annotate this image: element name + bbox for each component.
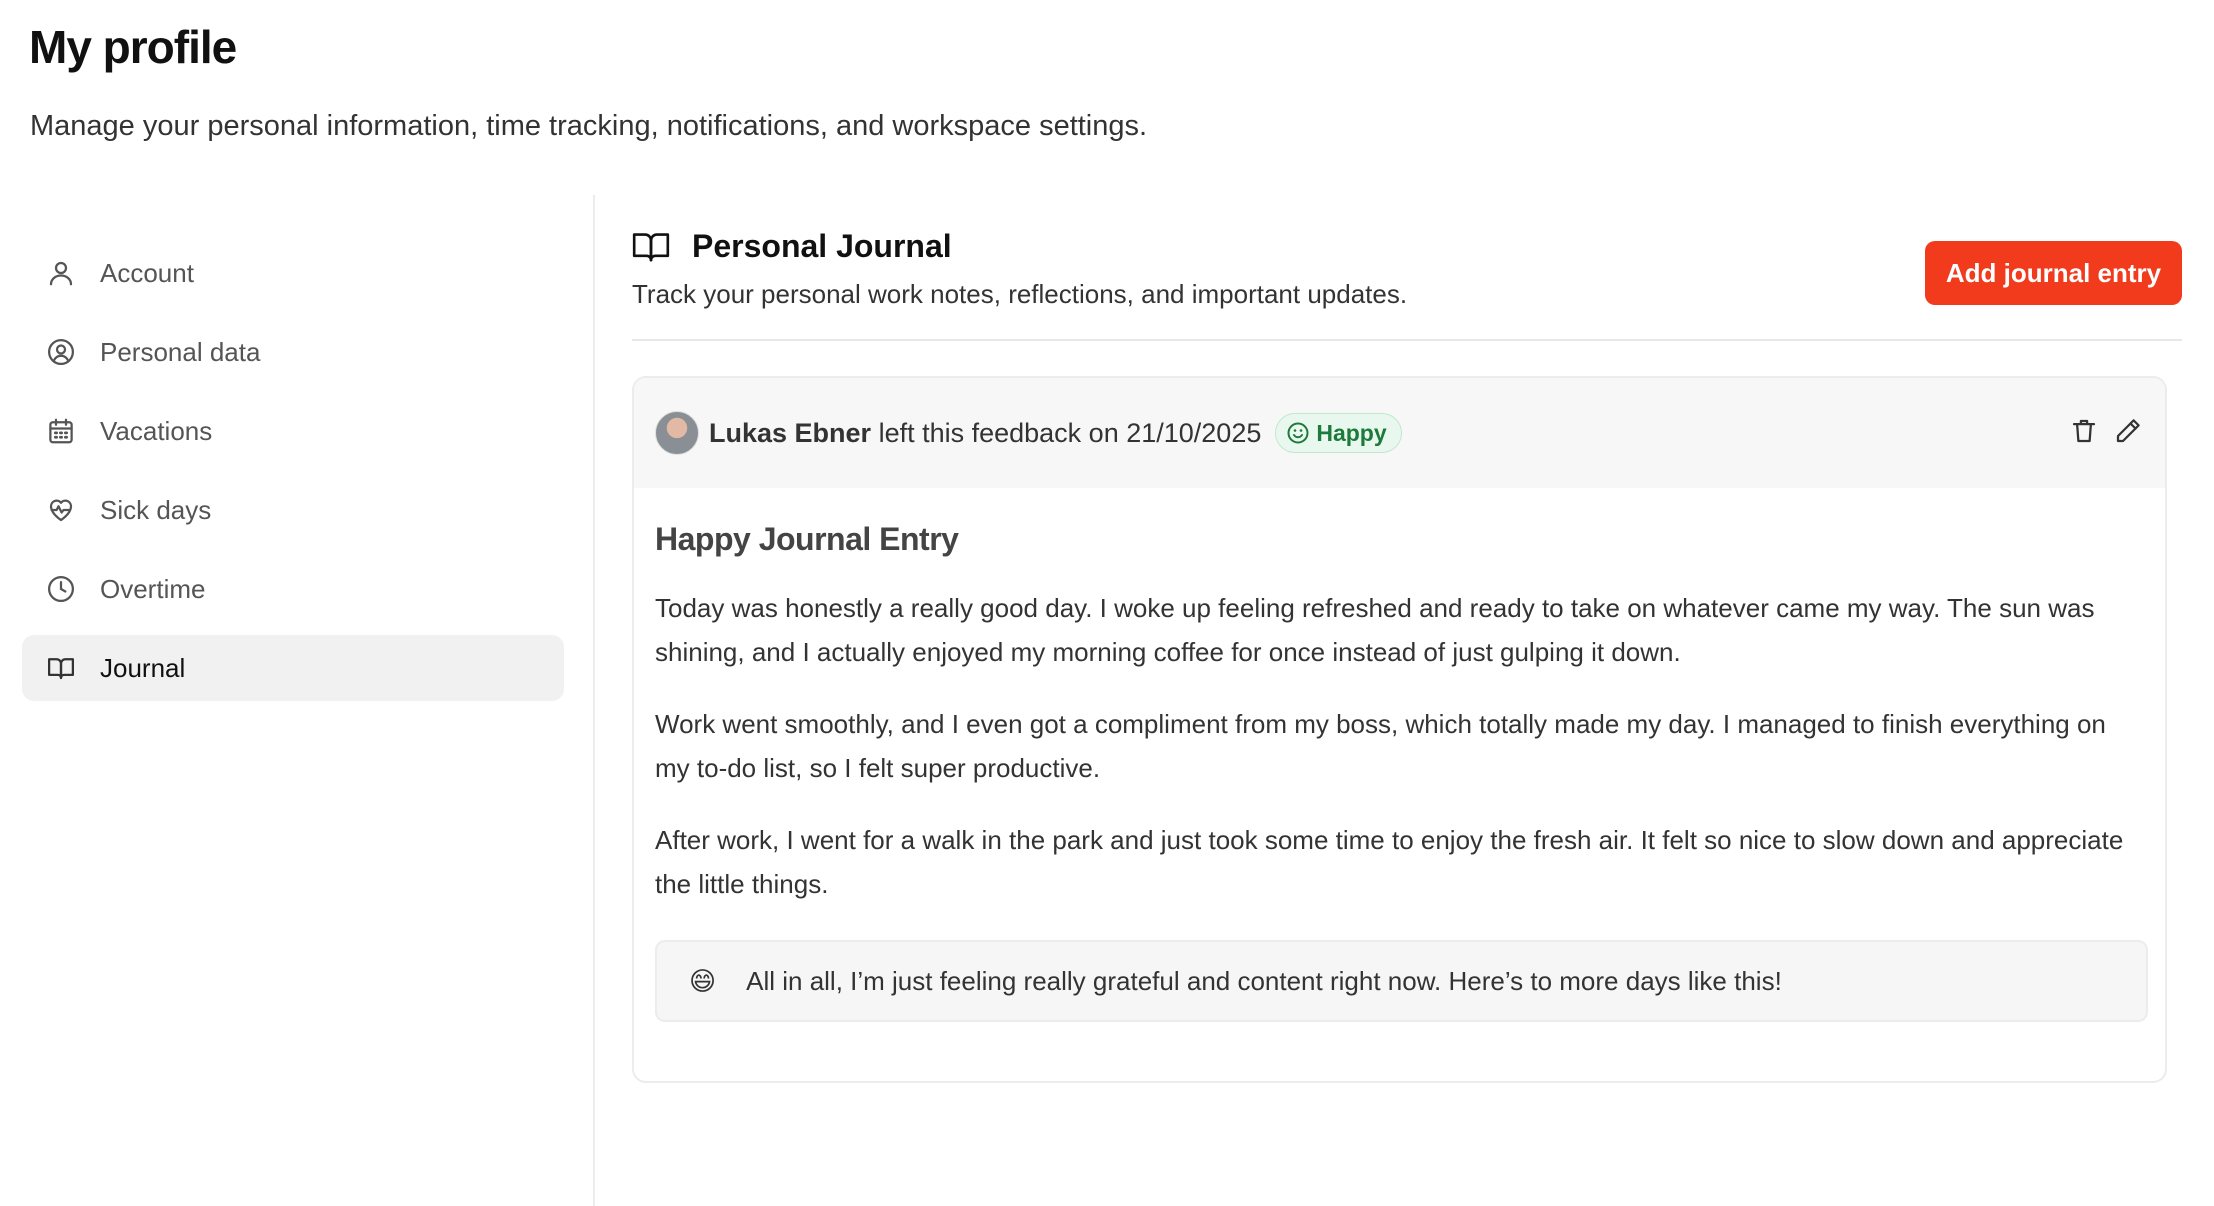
entry-date: 21/10/2025 [1126,417,1262,448]
feedback-prefix: left this feedback on [871,417,1127,448]
add-journal-entry-button[interactable]: Add journal entry [1925,241,2182,305]
entry-body: Happy Journal Entry Today was honestly a… [634,521,2165,1022]
heart-pulse-icon [46,495,76,525]
sidebar-item-journal[interactable]: Journal [22,635,564,701]
sidebar-item-sick-days[interactable]: Sick days [22,477,564,543]
pencil-icon[interactable] [2113,416,2143,446]
section-title-row: Personal Journal [632,228,1407,265]
entry-actions [2055,416,2143,446]
entry-header: Lukas Ebner left this feedback on 21/10/… [634,378,2165,488]
mood-label: Happy [1316,419,1387,446]
calendar-icon [46,416,76,446]
sidebar-divider [593,195,595,1206]
journal-entry-card: Lukas Ebner left this feedback on 21/10/… [632,376,2167,1083]
sidebar-item-personal-data[interactable]: Personal data [22,319,564,385]
closing-note: 😄 All in all, I’m just feeling really gr… [655,940,2148,1022]
section-divider [632,339,2182,341]
profile-sidebar: Account Personal data Vacations Sick day… [22,240,564,714]
sidebar-item-vacations[interactable]: Vacations [22,398,564,464]
sidebar-item-label: Sick days [100,494,212,525]
trash-icon[interactable] [2069,416,2099,446]
clock-icon [46,574,76,604]
grinning-emoji-icon: 😄 [689,965,717,996]
sidebar-item-label: Vacations [100,415,213,446]
entry-paragraph: After work, I went for a walk in the par… [655,825,2124,899]
sidebar-item-label: Personal data [100,336,261,367]
page-title: My profile [29,21,237,73]
journal-header: Personal Journal Track your personal wor… [632,228,1407,310]
mood-badge: Happy [1275,413,1402,453]
page-subtitle: Manage your personal information, time t… [30,110,1148,142]
book-open-icon [46,653,76,683]
section-description: Track your personal work notes, reflecti… [632,279,1408,309]
entry-paragraph: Today was honestly a really good day. I … [655,593,2095,667]
avatar [655,411,699,455]
sidebar-item-overtime[interactable]: Overtime [22,556,564,622]
sidebar-item-label: Overtime [100,573,206,604]
sidebar-item-label: Account [100,257,194,288]
sidebar-item-account[interactable]: Account [22,240,564,306]
entry-title: Happy Journal Entry [655,521,959,557]
sidebar-item-label: Journal [100,652,186,683]
feedback-line: Lukas Ebner left this feedback on 21/10/… [709,418,1261,449]
smile-icon [1286,421,1310,445]
book-open-icon [632,230,670,264]
user-circle-icon [46,337,76,367]
closing-note-text: All in all, I’m just feeling really grat… [746,965,1782,996]
section-title: Personal Journal [692,228,952,264]
user-icon [46,258,76,288]
entry-paragraph: Work went smoothly, and I even got a com… [655,709,2106,783]
entry-author: Lukas Ebner [709,417,872,448]
